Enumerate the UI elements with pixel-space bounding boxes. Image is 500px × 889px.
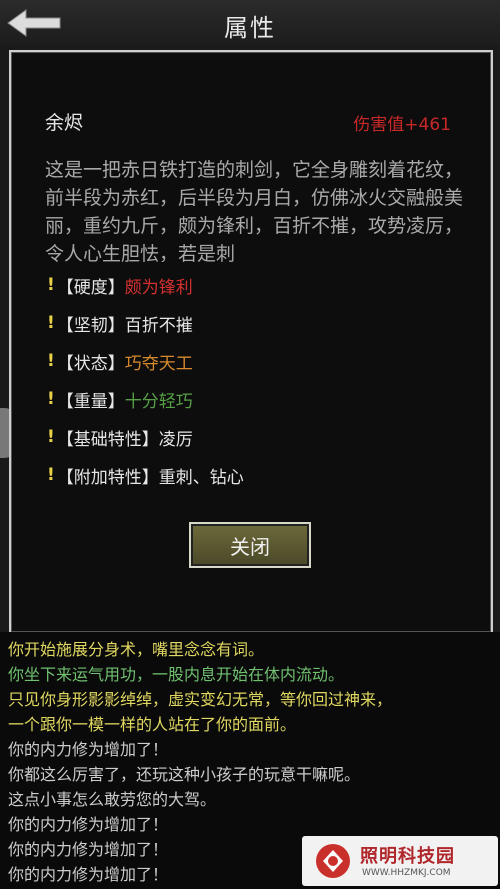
property-value: 重刺、钻心 bbox=[158, 467, 244, 488]
item-description[interactable]: 这是一把赤日铁打造的刺剑，它全身雕刻着花纹，前半段为赤红，后半段为月白，仿佛冰火… bbox=[45, 156, 475, 262]
property-key: 【基础特性】 bbox=[56, 429, 159, 450]
watermark: 照明科技园 WWW.HHZMKJ.COM bbox=[302, 836, 498, 886]
property-key: 【重量】 bbox=[56, 391, 125, 412]
log-line: 你开始施展分身术，嘴里念念有词。 bbox=[8, 640, 265, 659]
property-row: ! 【附加特性】 重刺、钻心 bbox=[47, 456, 467, 494]
watermark-url: WWW.HHZMKJ.COM bbox=[362, 868, 451, 878]
property-row: ! 【状态】 巧夺天工 bbox=[47, 342, 467, 380]
property-row: ! 【坚韧】 百折不摧 bbox=[47, 304, 467, 342]
exclamation-icon: ! bbox=[47, 427, 55, 447]
property-row: ! 【硬度】 颇为锋利 bbox=[47, 266, 467, 304]
property-key: 【硬度】 bbox=[56, 277, 125, 298]
log-line: 只见你身形影影绰绰，虚实变幻无常，等你回过神来， bbox=[8, 690, 393, 709]
property-key: 【附加特性】 bbox=[56, 467, 159, 488]
log-line: 你的内力修为增加了！ bbox=[8, 815, 169, 834]
property-value: 巧夺天工 bbox=[124, 353, 193, 374]
exclamation-icon: ! bbox=[47, 389, 55, 409]
property-row: ! 【基础特性】 凌厉 bbox=[47, 418, 467, 456]
watermark-logo-icon bbox=[316, 844, 350, 878]
log-line: 你都这么厉害了，还玩这种小孩子的玩意干嘛呢。 bbox=[8, 765, 361, 784]
log-line: 你坐下来运气用功，一股内息开始在体内流动。 bbox=[8, 665, 345, 684]
exclamation-icon: ! bbox=[47, 313, 55, 333]
property-key: 【状态】 bbox=[56, 353, 125, 374]
item-name: 余烬 bbox=[45, 112, 84, 134]
exclamation-icon: ! bbox=[47, 465, 55, 485]
exclamation-icon: ! bbox=[47, 351, 55, 371]
property-value: 凌厉 bbox=[158, 429, 193, 450]
watermark-title: 照明科技园 bbox=[360, 846, 455, 867]
damage-value: 伤害值+461 bbox=[353, 115, 451, 135]
log-line: 一个跟你一模一样的人站在了你的面前。 bbox=[8, 715, 297, 734]
property-value: 颇为锋利 bbox=[124, 277, 193, 298]
log-line: 这点小事怎么敢劳您的大驾。 bbox=[8, 790, 217, 809]
exclamation-icon: ! bbox=[47, 275, 55, 295]
property-value: 百折不摧 bbox=[124, 315, 193, 336]
page-title: 属性 bbox=[224, 14, 276, 42]
close-button[interactable]: 关闭 bbox=[189, 522, 311, 568]
log-line: 你的内力修为增加了！ bbox=[8, 740, 169, 759]
log-line: 你的内力修为增加了！ bbox=[8, 840, 169, 859]
title-bar: 属性 bbox=[0, 0, 500, 47]
property-list: ! 【硬度】 颇为锋利! 【坚韧】 百折不摧! 【状态】 巧夺天工! 【重量】 十分轻巧! 【基础… bbox=[47, 266, 467, 494]
property-row: ! 【重量】 十分轻巧 bbox=[47, 380, 467, 418]
item-attribute-dialog: 余烬 伤害值+461 这是一把赤日铁打造的刺剑，它全身雕刻着花纹，前半段为赤红，… bbox=[9, 50, 493, 634]
log-line: 你的内力修为增加了！ bbox=[8, 865, 169, 884]
property-value: 十分轻巧 bbox=[124, 391, 193, 412]
property-key: 【坚韧】 bbox=[56, 315, 125, 336]
